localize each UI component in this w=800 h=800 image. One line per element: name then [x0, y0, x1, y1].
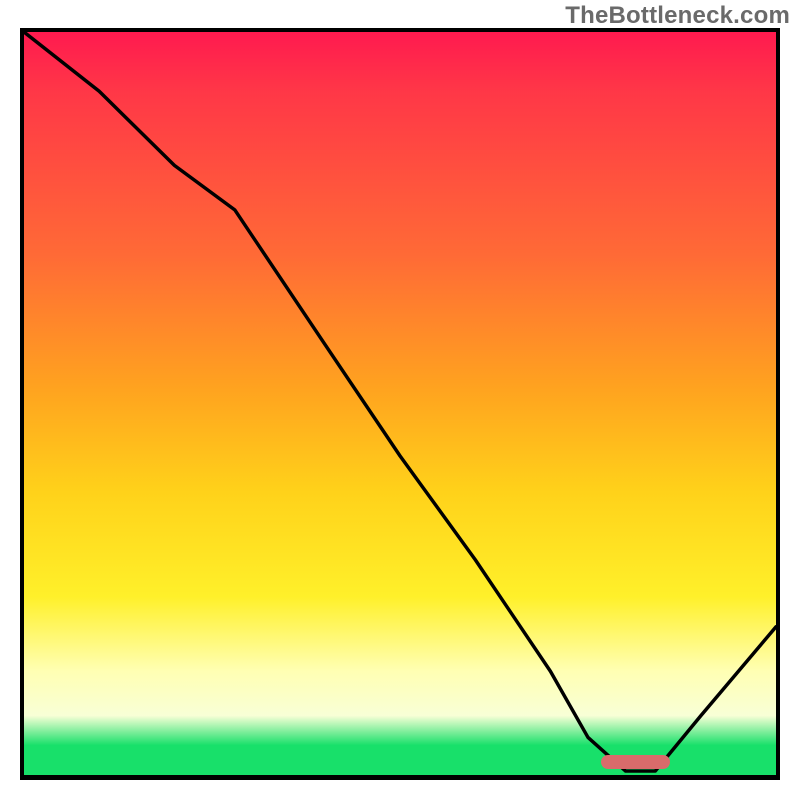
watermark-text: TheBottleneck.com — [565, 2, 790, 30]
plot-area — [20, 28, 780, 780]
chart-frame: TheBottleneck.com — [0, 0, 800, 800]
bottleneck-curve — [24, 32, 776, 775]
optimal-range-marker — [601, 755, 670, 769]
